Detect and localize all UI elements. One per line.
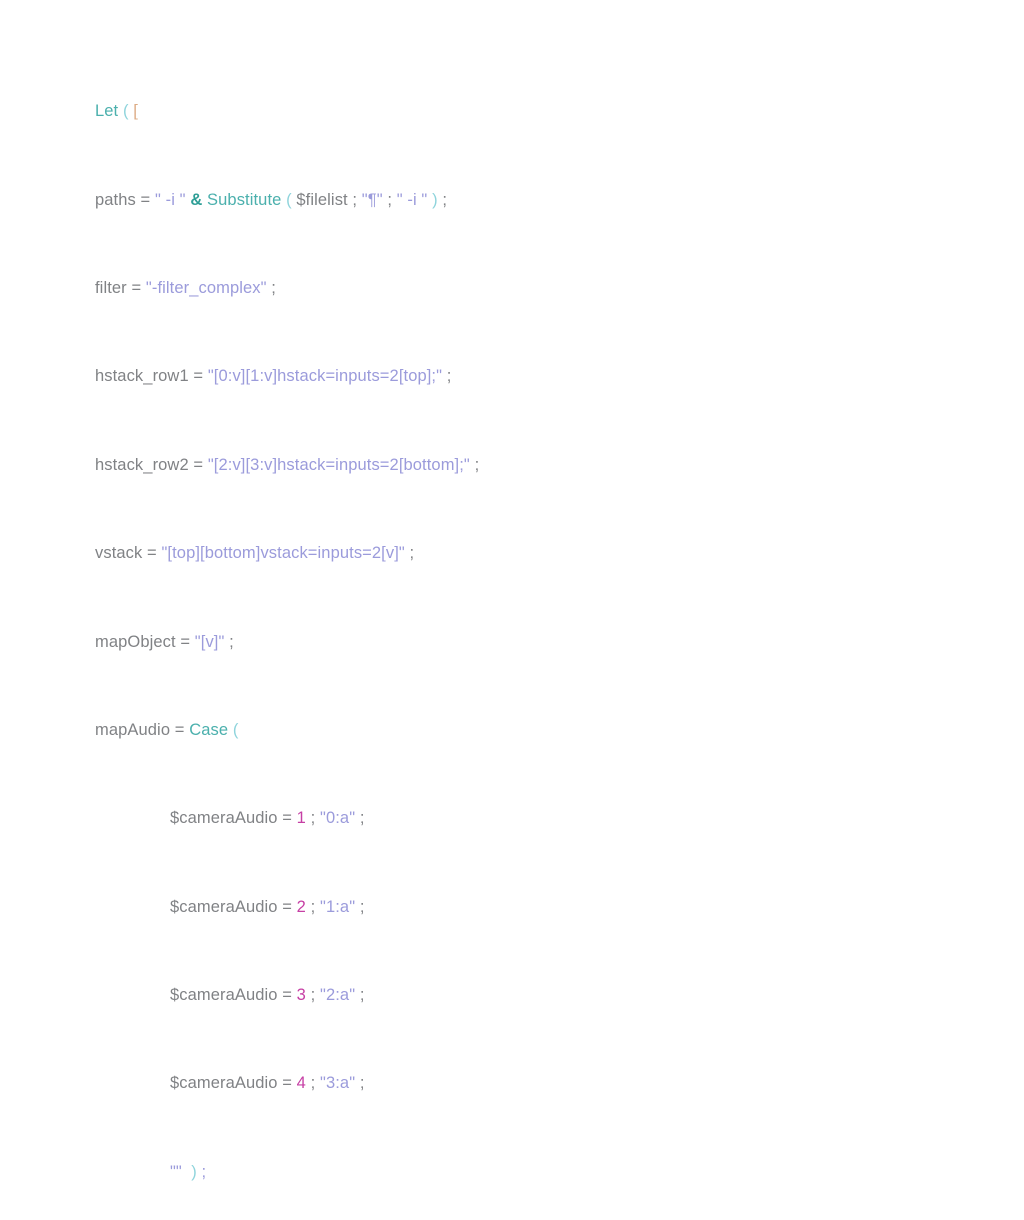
- token-variable: vstack =: [95, 544, 162, 563]
- token-local-variable: $cameraAudio =: [169, 986, 297, 1005]
- token-ampersand: &: [190, 190, 203, 209]
- token-local-variable: $cameraAudio =: [169, 809, 297, 828]
- token-number: 3: [296, 986, 306, 1005]
- code-line: hstack_row2 = "[2:v][3:v]hstack=inputs=2…: [95, 455, 480, 474]
- code-line: $cameraAudio = 3 ; "2:a" ;: [169, 986, 365, 1005]
- token-string: "¶": [361, 190, 383, 209]
- token-variable: hstack_row1 =: [95, 367, 208, 386]
- token-variable: hstack_row2 =: [95, 455, 208, 474]
- code-line: paths = " -i " & Substitute ( $filelist …: [95, 190, 448, 209]
- token-variable: mapAudio =: [95, 720, 190, 739]
- calculation-code-block[interactable]: Let ( [ paths = " -i " & Substitute ( $f…: [95, 34, 668, 1220]
- token-string: "2:a": [320, 986, 356, 1005]
- code-line: $cameraAudio = 2 ; "1:a" ;: [169, 897, 365, 916]
- token-variable: mapObject =: [95, 632, 195, 651]
- token-local-variable: $cameraAudio =: [169, 1074, 297, 1093]
- code-line: mapAudio = Case (: [95, 719, 668, 741]
- code-line: "" ) ;: [169, 1162, 207, 1181]
- code-line: hstack_row1 = "[0:v][1:v]hstack=inputs=2…: [95, 367, 452, 386]
- token-function: Let: [95, 102, 119, 121]
- token-string: " -i ": [396, 190, 428, 209]
- token-string: "[0:v][1:v]hstack=inputs=2[top];": [207, 367, 443, 386]
- token-string: "0:a": [320, 809, 356, 828]
- token-function: Substitute: [207, 190, 282, 209]
- token-string: "1:a": [320, 897, 356, 916]
- code-snippet-surface: Let ( [ paths = " -i " & Substitute ( $f…: [0, 0, 1024, 1181]
- token-variable: paths =: [95, 190, 155, 209]
- token-local-variable: $filelist ;: [291, 190, 362, 209]
- token-local-variable: $cameraAudio =: [169, 897, 297, 916]
- code-line: $cameraAudio = 4 ; "3:a" ;: [169, 1074, 365, 1093]
- token-string: "3:a": [320, 1074, 356, 1093]
- token-string: "-filter_complex": [145, 279, 267, 298]
- token-string: "[2:v][3:v]hstack=inputs=2[bottom];": [207, 455, 470, 474]
- token-variable: filter =: [95, 279, 146, 298]
- token-function: Case: [189, 720, 229, 739]
- code-line: vstack = "[top][bottom]vstack=inputs=2[v…: [95, 544, 415, 563]
- token-paren: (: [232, 720, 239, 739]
- token-string: "[v]": [194, 632, 225, 651]
- token-number: 1: [296, 809, 306, 828]
- token-string: "[top][bottom]vstack=inputs=2[v]": [161, 544, 405, 563]
- code-line: mapObject = "[v]" ;: [95, 632, 234, 651]
- token-string: " -i ": [154, 190, 186, 209]
- token-number: 2: [296, 897, 306, 916]
- code-line: filter = "-filter_complex" ;: [95, 279, 276, 298]
- token-bracket: [: [133, 102, 138, 121]
- token-string: "": [169, 1162, 182, 1181]
- token-number: 4: [296, 1074, 306, 1093]
- code-line: Let ( [: [95, 100, 668, 122]
- code-line: $cameraAudio = 1 ; "0:a" ;: [169, 809, 365, 828]
